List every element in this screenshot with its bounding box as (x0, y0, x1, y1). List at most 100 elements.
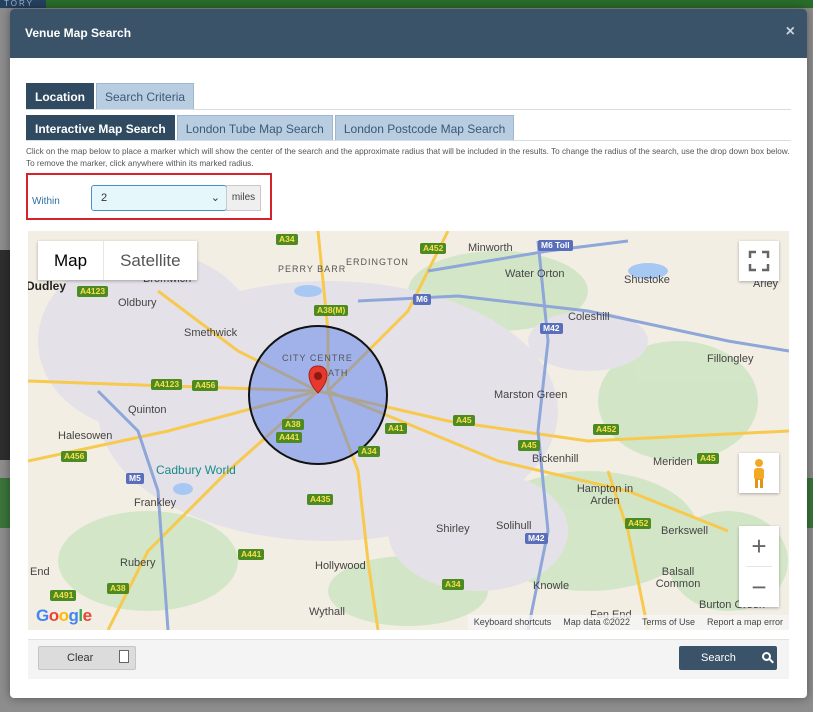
background-logo: TORY (0, 0, 46, 8)
venue-map-search-modal: Venue Map Search × Location Search Crite… (10, 9, 807, 698)
road-shield: A435 (307, 494, 334, 505)
poi-label[interactable]: Cadbury World (156, 463, 236, 477)
place-label: ATH (328, 368, 349, 378)
road-shield: A38(M) (314, 305, 349, 316)
road-shield: A456 (61, 451, 88, 462)
keyboard-shortcuts-link[interactable]: Keyboard shortcuts (468, 615, 558, 630)
place-label: Balsall Common (655, 566, 701, 590)
terms-of-use-link[interactable]: Terms of Use (636, 615, 701, 630)
map-type-satellite-button[interactable]: Satellite (103, 241, 196, 280)
place-label: Rubery (120, 557, 156, 569)
radius-control-highlight: Within 2 ⌄ miles (26, 173, 272, 220)
search-button[interactable]: Search (679, 646, 777, 670)
road-shield: M42 (540, 323, 563, 334)
tab-divider (26, 140, 791, 141)
radius-select[interactable]: 2 ⌄ (91, 185, 227, 211)
place-label: Halesowen (58, 430, 113, 442)
main-tabs: Location Search Criteria (26, 83, 195, 109)
within-label: Within (32, 196, 60, 207)
road-shield: A34 (276, 234, 298, 245)
place-label: Meriden (653, 456, 693, 468)
zoom-out-button[interactable]: − (739, 567, 779, 607)
road-shield: A38 (107, 583, 129, 594)
search-label: Search (701, 652, 736, 664)
place-label: ERDINGTON (346, 257, 409, 267)
modal-title: Venue Map Search (25, 26, 132, 40)
pegman-icon (754, 459, 764, 488)
street-view-button[interactable] (739, 453, 779, 493)
clear-button[interactable]: Clear (38, 646, 136, 670)
google-logo: Google (36, 606, 92, 625)
background-topbar (0, 0, 813, 8)
chevron-down-icon: ⌄ (210, 192, 220, 204)
road-shield: A45 (518, 440, 540, 451)
place-label: Oldbury (118, 297, 157, 309)
background-left-strip (0, 250, 10, 460)
place-label: CITY CENTRE (282, 353, 353, 363)
close-icon[interactable]: × (786, 23, 795, 41)
zoom-in-button[interactable]: + (739, 526, 779, 566)
document-icon (119, 650, 129, 663)
place-label: Fillongley (707, 353, 754, 365)
fullscreen-button[interactable] (739, 241, 779, 281)
map-data-text: Map data ©2022 (563, 617, 630, 627)
place-label: Marston Green (494, 389, 568, 401)
road-shield: A38 (282, 419, 304, 430)
place-label: Coleshill (568, 311, 610, 323)
radius-value: 2 (101, 192, 108, 204)
place-label: End (30, 566, 50, 578)
road-shield: A452 (593, 424, 620, 435)
road-shield: A34 (358, 446, 380, 457)
road-shield: M42 (525, 533, 548, 544)
tab-interactive-map-search[interactable]: Interactive Map Search (26, 115, 175, 141)
zoom-control: + − (739, 526, 779, 607)
place-label: Smethwick (184, 327, 238, 339)
map-type-control: Map Satellite (38, 241, 197, 280)
road-shield: A441 (238, 549, 265, 560)
place-label: Quinton (128, 404, 167, 416)
place-label: Water Orton (505, 268, 565, 280)
place-label: PERRY BARR (278, 264, 347, 274)
clear-label: Clear (67, 652, 94, 664)
tab-london-tube-map-search[interactable]: London Tube Map Search (176, 115, 333, 141)
road-shield: A34 (442, 579, 464, 590)
place-label: Bickenhill (532, 453, 579, 465)
road-shield: A41 (385, 423, 407, 434)
map-canvas[interactable]: Minworth Water Orton ERDINGTON PERRY BAR… (28, 231, 789, 630)
radius-units: miles (226, 185, 261, 211)
road-shield: A45 (453, 415, 475, 426)
place-label: Knowle (533, 580, 570, 592)
place-label: Shustoke (624, 274, 670, 286)
report-map-error-link[interactable]: Report a map error (701, 615, 789, 630)
road-shield: A452 (625, 518, 652, 529)
map-attribution: Keyboard shortcuts Map data ©2022 Terms … (467, 615, 789, 630)
road-shield: M6 (413, 294, 431, 305)
location-tabs: Interactive Map Search London Tube Map S… (26, 115, 515, 141)
road-shield: A452 (420, 243, 447, 254)
tab-london-postcode-map-search[interactable]: London Postcode Map Search (334, 115, 515, 141)
road-shield: A441 (276, 432, 303, 443)
fullscreen-icon (748, 250, 770, 272)
road-shield: M6 Toll (538, 240, 573, 251)
place-label: Dudley (28, 279, 67, 293)
road-shield: A491 (50, 590, 77, 601)
instructions-text: Click on the map below to place a marker… (26, 147, 790, 168)
place-label: Wythall (309, 606, 345, 618)
tab-search-criteria[interactable]: Search Criteria (96, 83, 195, 109)
tab-divider (26, 109, 791, 110)
road-shield: M5 (126, 473, 144, 484)
map-type-map-button[interactable]: Map (38, 241, 103, 280)
place-label: Solihull (496, 520, 532, 532)
place-label: Shirley (436, 523, 470, 535)
search-icon (762, 652, 771, 661)
modal-header: Venue Map Search × (10, 9, 807, 58)
road-shield: A45 (697, 453, 719, 464)
road-shield: A4123 (77, 286, 109, 297)
place-label: Minworth (468, 242, 513, 254)
tab-location[interactable]: Location (26, 83, 94, 109)
place-label: Frankley (134, 497, 177, 509)
place-label: Hollywood (315, 560, 366, 572)
modal-footer: Clear Search (28, 639, 789, 679)
road-shield: A4123 (151, 379, 183, 390)
place-label: Hampton in Arden (576, 483, 634, 507)
